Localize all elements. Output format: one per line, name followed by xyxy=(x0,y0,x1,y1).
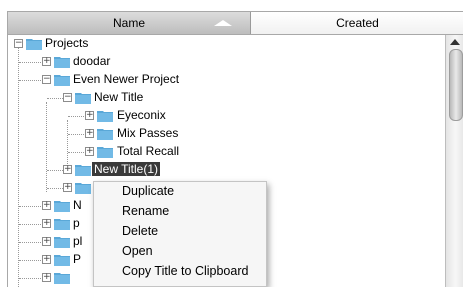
tree-row-label: Mix Passes xyxy=(117,126,179,140)
tree-row-new-title[interactable]: − New Title xyxy=(8,89,445,107)
name-column-header[interactable]: Name xyxy=(8,12,251,34)
folder-icon xyxy=(54,57,70,68)
tree-row-mix-passes[interactable]: + Mix Passes xyxy=(8,125,445,143)
folder-icon xyxy=(75,93,91,104)
sort-ascending-icon xyxy=(214,20,232,26)
menu-item-label: Delete xyxy=(122,224,159,238)
expand-icon[interactable]: + xyxy=(42,219,51,228)
folder-icon xyxy=(54,237,70,248)
folder-icon xyxy=(54,273,70,284)
created-column-header[interactable]: Created xyxy=(251,12,463,34)
menu-item-label: Duplicate xyxy=(122,184,175,198)
expand-icon[interactable]: + xyxy=(85,147,94,156)
selected-row-label: New Title(1) xyxy=(92,162,161,176)
menu-item-copy-title[interactable]: Copy Title to Clipboard xyxy=(94,262,266,282)
expand-icon[interactable]: + xyxy=(42,201,51,210)
folder-icon xyxy=(97,129,113,140)
expand-icon[interactable]: + xyxy=(85,129,94,138)
tree-row-doodar[interactable]: + doodar xyxy=(8,53,445,71)
expand-icon[interactable]: + xyxy=(42,273,51,282)
folder-icon xyxy=(97,111,113,122)
scroll-thumb[interactable] xyxy=(449,49,463,121)
expand-icon[interactable]: + xyxy=(63,183,72,192)
created-column-label: Created xyxy=(336,16,379,30)
menu-item-label: Open xyxy=(122,244,153,258)
vertical-scrollbar[interactable] xyxy=(445,35,463,287)
folder-icon xyxy=(54,219,70,230)
menu-item-open[interactable]: Open xyxy=(94,242,266,262)
tree-row-even-newer-project[interactable]: − Even Newer Project xyxy=(8,71,445,89)
folder-icon xyxy=(26,39,42,50)
expand-icon[interactable]: + xyxy=(42,237,51,246)
menu-item-label: Rename xyxy=(122,204,170,218)
tree-row-label: P xyxy=(73,252,82,266)
expand-icon[interactable]: + xyxy=(42,255,51,264)
menu-item-rename[interactable]: Rename xyxy=(94,202,266,222)
folder-icon xyxy=(54,255,70,266)
tree-row-label: Even Newer Project xyxy=(73,72,180,86)
expand-icon[interactable]: + xyxy=(63,165,72,174)
tree-row-label: Total Recall xyxy=(117,144,180,158)
collapse-icon[interactable]: − xyxy=(63,93,72,102)
folder-icon xyxy=(75,183,91,194)
tree-row-label: doodar xyxy=(73,54,111,68)
expand-icon[interactable]: + xyxy=(42,57,51,66)
collapse-icon[interactable]: − xyxy=(42,75,51,84)
menu-item-delete[interactable]: Delete xyxy=(94,222,266,242)
context-menu: Duplicate Rename Delete Open Copy Title … xyxy=(93,181,267,287)
folder-icon xyxy=(54,75,70,86)
folder-icon xyxy=(97,147,113,158)
folder-icon xyxy=(75,165,91,176)
menu-item-label: Copy Title to Clipboard xyxy=(122,264,249,278)
tree-row-new-title-1[interactable]: + New Title(1) xyxy=(8,161,445,179)
tree-row-label: p xyxy=(73,216,80,230)
tree-row-label: N xyxy=(73,198,82,212)
scroll-up-arrow-icon[interactable] xyxy=(450,39,460,45)
tree-row-total-recall[interactable]: + Total Recall xyxy=(8,143,445,161)
column-header: Name Created xyxy=(8,12,463,35)
menu-item-duplicate[interactable]: Duplicate xyxy=(94,182,266,202)
tree-row-label: New Title xyxy=(94,90,144,104)
tree-row-label: pl xyxy=(73,234,83,248)
collapse-icon[interactable]: − xyxy=(14,39,23,48)
tree-row-label: Projects xyxy=(45,36,89,50)
tree-row-projects[interactable]: − Projects xyxy=(8,35,445,53)
folder-icon xyxy=(54,201,70,212)
tree-row-label: Eyeconix xyxy=(117,108,166,122)
tree-row-eyeconix[interactable]: + Eyeconix xyxy=(8,107,445,125)
expand-icon[interactable]: + xyxy=(85,111,94,120)
